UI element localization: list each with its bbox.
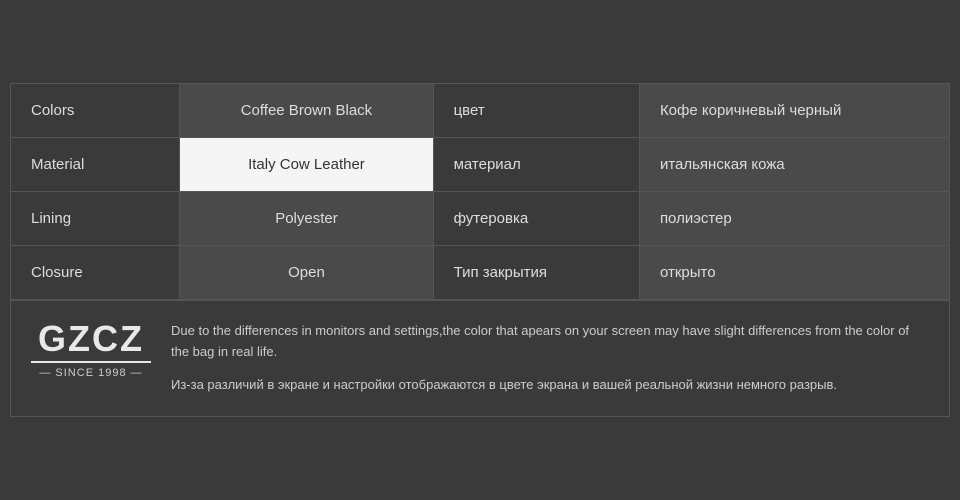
row-value-en: Polyester xyxy=(180,192,433,246)
row-value-ru: итальянская кожа xyxy=(639,138,949,192)
row-label-en: Closure xyxy=(11,246,180,300)
row-value-en: Open xyxy=(180,246,433,300)
row-value-ru: полиэстер xyxy=(639,192,949,246)
main-container: ColorsCoffee Brown BlackцветКофе коричне… xyxy=(10,83,950,416)
footer-text-ru: Из-за различий в экране и настройки отоб… xyxy=(171,375,929,396)
row-label-ru: Тип закрытия xyxy=(433,246,639,300)
row-label-ru: материал xyxy=(433,138,639,192)
footer-text-en: Due to the differences in monitors and s… xyxy=(171,321,929,363)
row-label-en: Lining xyxy=(11,192,180,246)
brand-name: GZCZ xyxy=(38,321,144,357)
specs-table: ColorsCoffee Brown BlackцветКофе коричне… xyxy=(11,84,949,300)
table-row: ColorsCoffee Brown BlackцветКофе коричне… xyxy=(11,84,949,138)
brand-line xyxy=(31,361,151,363)
brand-logo: GZCZ — SINCE 1998 — xyxy=(31,321,151,379)
footer-section: GZCZ — SINCE 1998 — Due to the differenc… xyxy=(11,300,949,415)
row-value-ru: Кофе коричневый черный xyxy=(639,84,949,138)
row-label-en: Colors xyxy=(11,84,180,138)
row-label-ru: цвет xyxy=(433,84,639,138)
table-row: ClosureOpenТип закрытияоткрыто xyxy=(11,246,949,300)
table-row: MaterialItaly Cow Leatherматериалитальян… xyxy=(11,138,949,192)
footer-text: Due to the differences in monitors and s… xyxy=(171,321,929,395)
row-label-en: Material xyxy=(11,138,180,192)
table-row: LiningPolyesterфутеровкаполиэстер xyxy=(11,192,949,246)
row-label-ru: футеровка xyxy=(433,192,639,246)
row-value-en: Italy Cow Leather xyxy=(180,138,433,192)
row-value-ru: открыто xyxy=(639,246,949,300)
brand-since: — SINCE 1998 — xyxy=(39,367,142,379)
row-value-en: Coffee Brown Black xyxy=(180,84,433,138)
